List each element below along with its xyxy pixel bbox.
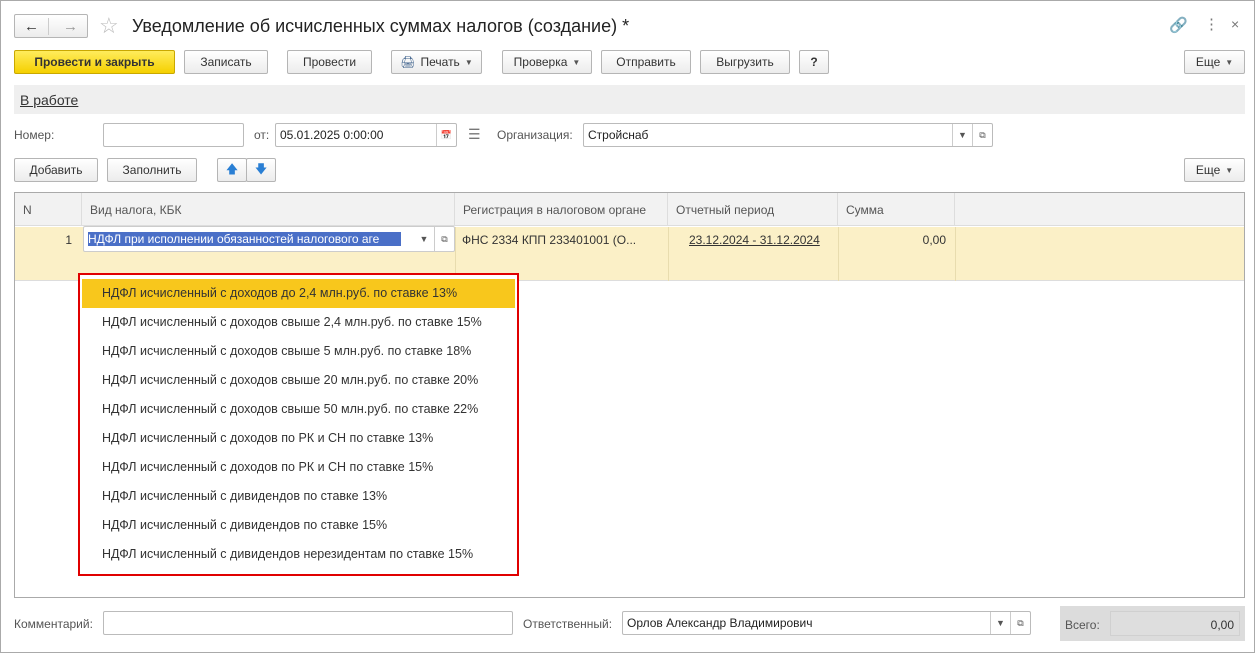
number-label: Номер: [14,128,55,142]
tax-type-dropdown: НДФЛ исчисленный с доходов до 2,4 млн.ру… [78,273,519,576]
label: ? [810,55,818,69]
print-button[interactable]: 🖨 Печать ▼ [391,50,482,74]
responsible-input[interactable]: Орлов Александр Владимирович ▼ ⧉ [622,611,1031,635]
dropdown-item[interactable]: НДФЛ исчисленный с дивидендов нерезидент… [82,540,515,569]
date-label: от: [254,128,270,142]
nav-buttons: ← → [14,14,88,38]
page-title: Уведомление об исчисленных суммах налого… [132,16,630,36]
date-input[interactable]: 05.01.2025 0:00:00 📅 [275,123,457,147]
tax-type-input[interactable]: НДФЛ при исполнении обязанностей налогов… [83,226,455,252]
add-button[interactable]: Добавить [14,158,98,182]
move-down-button[interactable]: 🡇 [246,158,276,182]
divider [668,227,669,281]
label: Провести [302,55,357,69]
label: Добавить [29,163,83,177]
row-number: 1 [65,233,72,247]
tax-type-value: НДФЛ при исполнении обязанностей налогов… [88,232,401,246]
label: Провести и закрыть [34,55,155,69]
dropdown-item[interactable]: НДФЛ исчисленный с доходов свыше 2,4 млн… [82,308,515,337]
label: Выгрузить [716,55,774,69]
dropdown-arrow-icon[interactable]: ▼ [990,612,1010,634]
forward-arrow-icon[interactable]: → [54,18,87,35]
divider [838,227,839,281]
divider [955,227,956,281]
responsible-label: Ответственный: [523,617,613,631]
column-header-tax[interactable]: Вид налога, КБК [82,193,455,226]
caret-down-icon: ▼ [1225,165,1234,175]
column-header-registration[interactable]: Регистрация в налоговом органе [455,193,668,226]
close-icon[interactable]: × [1231,16,1239,32]
arrow-up-icon: 🡅 [225,161,239,176]
total-panel: Всего: 0,00 [1060,606,1245,641]
label: Проверка [513,55,568,69]
more-vertical-icon[interactable]: ⋮ [1204,15,1219,33]
open-icon[interactable]: ⧉ [1010,612,1030,634]
label: Отправить [616,55,676,69]
column-header-period[interactable]: Отчетный период [668,193,838,226]
status-bar: В работе [14,85,1245,114]
registration-value[interactable]: ФНС 2334 КПП 233401001 (О... [462,233,636,247]
caret-down-icon: ▼ [1225,57,1234,67]
date-value: 05.01.2025 0:00:00 [280,128,384,142]
open-icon[interactable]: ⧉ [434,227,454,251]
link-icon[interactable]: 🔗 [1169,16,1188,34]
table-more-button[interactable]: Еще ▼ [1184,158,1245,182]
calendar-icon[interactable]: 📅 [436,124,456,146]
fill-button[interactable]: Заполнить [107,158,197,182]
more-button[interactable]: Еще ▼ [1184,50,1245,74]
status-link[interactable]: В работе [20,92,78,108]
list-icon[interactable]: ☰ [468,126,481,143]
dropdown-arrow-icon[interactable]: ▼ [952,124,972,146]
dropdown-item[interactable]: НДФЛ исчисленный с доходов по РК и СН по… [82,424,515,453]
period-link[interactable]: 23.12.2024 - 31.12.2024 [689,233,820,247]
organization-input[interactable]: Стройснаб ▼ ⧉ [583,123,993,147]
responsible-value: Орлов Александр Владимирович [627,616,813,630]
arrow-down-icon: 🡇 [254,161,268,176]
open-icon[interactable]: ⧉ [972,124,992,146]
dropdown-item[interactable]: НДФЛ исчисленный с дивидендов по ставке … [82,511,515,540]
dropdown-item[interactable]: НДФЛ исчисленный с дивидендов по ставке … [82,482,515,511]
back-arrow-icon[interactable]: ← [15,17,49,35]
move-up-button[interactable]: 🡅 [217,158,247,182]
total-value: 0,00 [1110,611,1240,636]
document-window: ← → ☆ Уведомление об исчисленных суммах … [0,0,1255,653]
check-button[interactable]: Проверка ▼ [502,50,592,74]
column-header-sum[interactable]: Сумма [838,193,955,226]
send-button[interactable]: Отправить [601,50,691,74]
save-button[interactable]: Записать [184,50,268,74]
label: Печать [420,55,460,69]
label: Еще [1195,163,1221,177]
post-and-close-button[interactable]: Провести и закрыть [14,50,175,74]
comment-label: Комментарий: [14,617,93,631]
column-header-n[interactable]: N [15,193,82,226]
dropdown-arrow-icon[interactable]: ▼ [414,227,434,251]
label: Еще [1195,55,1221,69]
export-button[interactable]: Выгрузить [700,50,790,74]
total-label: Всего: [1065,618,1100,632]
dropdown-item[interactable]: НДФЛ исчисленный с доходов свыше 5 млн.р… [82,337,515,366]
column-header-empty [955,193,1244,226]
dropdown-item[interactable]: НДФЛ исчисленный с доходов свыше 20 млн.… [82,366,515,395]
caret-down-icon: ▼ [464,57,473,67]
dropdown-item[interactable]: НДФЛ исчисленный с доходов до 2,4 млн.ру… [82,279,515,308]
organization-value: Стройснаб [588,128,649,142]
printer-icon: 🖨 [400,55,416,69]
dropdown-item[interactable]: НДФЛ исчисленный с доходов свыше 50 млн.… [82,395,515,424]
label: Заполнить [122,163,182,177]
sum-value[interactable]: 0,00 [838,233,946,247]
post-button[interactable]: Провести [287,50,372,74]
help-button[interactable]: ? [799,50,829,74]
favorite-star-icon[interactable]: ☆ [99,13,119,39]
label: Записать [200,55,252,69]
number-input[interactable] [103,123,244,147]
comment-input[interactable] [103,611,513,635]
caret-down-icon: ▼ [572,57,581,67]
dropdown-item[interactable]: НДФЛ исчисленный с доходов по РК и СН по… [82,453,515,482]
organization-label: Организация: [497,128,573,142]
